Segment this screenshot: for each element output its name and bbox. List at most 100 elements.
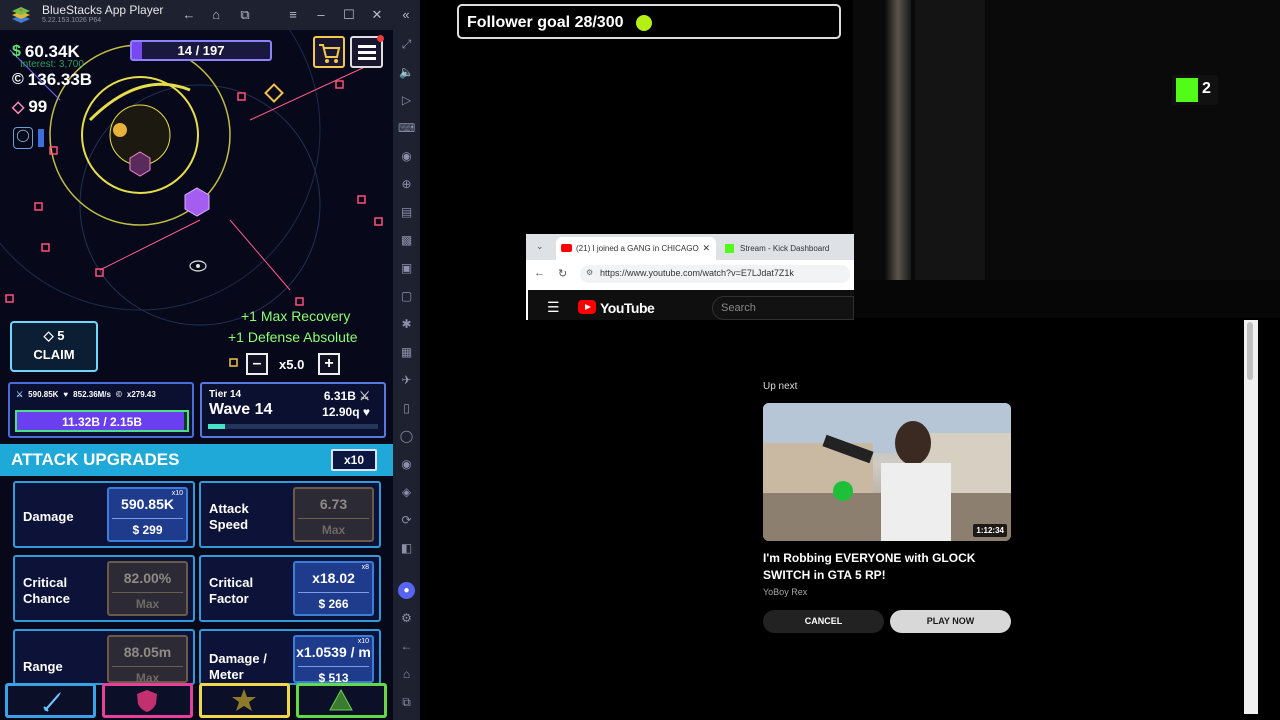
- play-triangle: [585, 304, 591, 310]
- play-now-button[interactable]: PLAY NOW: [890, 610, 1011, 633]
- upgrade-buy-button[interactable]: 6.73 Max: [293, 487, 374, 542]
- recents-icon[interactable]: ⧉: [398, 694, 415, 711]
- upgrade-damage[interactable]: Damage x10 590.85K $ 299: [13, 481, 195, 548]
- tab-search-chevron-icon[interactable]: ⌄: [536, 241, 544, 252]
- enemy-damage: 6.31B ⚔: [324, 389, 370, 403]
- scrollbar-thumb[interactable]: [1247, 322, 1253, 380]
- wave-timer-bar: [208, 424, 378, 429]
- keyboard-icon[interactable]: ⌨: [398, 120, 415, 137]
- wave-label: Wave 14: [209, 401, 273, 418]
- close-icon[interactable]: ✕: [368, 6, 386, 24]
- browser-tab-youtube[interactable]: (21) I joined a GANG in CHICAGO ✕: [556, 237, 716, 260]
- upgrade-value: 6.73: [319, 496, 348, 512]
- menu-button[interactable]: [350, 35, 384, 68]
- speed-increase-button[interactable]: +: [318, 353, 340, 375]
- macro-icon[interactable]: ✱: [398, 316, 415, 333]
- browser-tab-kick[interactable]: Stream - Kick Dashboard: [720, 237, 850, 260]
- upgrade-critical-chance[interactable]: Critical Chance 82.00% Max: [13, 555, 195, 622]
- volume-icon[interactable]: 🔈: [398, 64, 415, 81]
- up-next-title[interactable]: I'm Robbing EVERYONE with GLOCK SWITCH i…: [763, 550, 1013, 584]
- upgrade-value: x1.0539 / m: [296, 644, 371, 660]
- enemy-damage-value: 6.31B: [323, 389, 356, 403]
- back-arrow-icon[interactable]: ←: [534, 267, 545, 279]
- back-icon[interactable]: ←: [398, 638, 415, 655]
- up-next-label: Up next: [763, 381, 798, 392]
- upgrade-damage-per-meter[interactable]: Damage / Meter x10 x1.0539 / m $ 513: [199, 629, 381, 685]
- upgrade-critical-factor[interactable]: Critical Factor x8 x18.02 $ 266: [199, 555, 381, 622]
- discord-icon[interactable]: ●: [398, 582, 415, 599]
- shield-icon[interactable]: ◯: [13, 127, 33, 149]
- cancel-autoplay-button[interactable]: CANCEL: [763, 610, 884, 633]
- attack-tab[interactable]: [5, 683, 96, 718]
- expand-icon[interactable]: ⤢: [398, 36, 415, 53]
- tower-regen: 852.36M/s: [73, 390, 111, 399]
- title-bar[interactable]: BlueStacks App Player 5.22.153.1026 P64 …: [0, 0, 420, 30]
- youtube-search-input[interactable]: Search: [712, 296, 854, 320]
- upgrade-name: Critical Factor: [209, 575, 254, 606]
- close-tab-icon[interactable]: ✕: [702, 243, 710, 254]
- hamburger-menu-icon[interactable]: ≡: [284, 6, 302, 24]
- upgrade-buy-button[interactable]: x8 x18.02 $ 266: [293, 561, 374, 616]
- eco-icon[interactable]: ◯: [398, 428, 415, 445]
- utility-tab[interactable]: [199, 683, 290, 718]
- hamburger-menu-icon[interactable]: ☰: [547, 299, 560, 316]
- wave-info-panel: Tier 14 Wave 14 6.31B ⚔ 12.90q ♥: [200, 382, 386, 438]
- upgrade-name: Range: [23, 659, 63, 674]
- buy-multiplier-button[interactable]: x10: [331, 449, 377, 471]
- defense-tab[interactable]: [102, 683, 193, 718]
- screenshot-icon[interactable]: ▣: [398, 260, 415, 277]
- speed-decrease-button[interactable]: –: [246, 353, 268, 375]
- upgrade-buy-button[interactable]: x10 590.85K $ 299: [107, 487, 188, 542]
- back-arrow-icon[interactable]: ←: [180, 6, 198, 24]
- fullscreen-icon[interactable]: ▢: [398, 288, 415, 305]
- follower-goal-widget: Follower goal 28/300: [457, 4, 841, 39]
- layers-icon[interactable]: ◈: [398, 484, 415, 501]
- youtube-logo-text[interactable]: YouTube: [600, 300, 655, 316]
- upgrade-buy-button[interactable]: 88.05m Max: [107, 635, 188, 685]
- upgrade-cost: $ 299: [132, 523, 163, 537]
- upgrade-name: Damage: [23, 509, 74, 524]
- youtube-favicon-icon: [561, 244, 572, 252]
- screen: BlueStacks App Player 5.22.153.1026 P64 …: [0, 0, 1280, 720]
- game-viewport[interactable]: $ 60.34K Interest: 3,700 © 136.33B ◇ 99 …: [0, 30, 393, 720]
- app-title: BlueStacks App Player: [42, 3, 164, 17]
- minimize-icon[interactable]: –: [312, 6, 330, 24]
- shop-cart-button[interactable]: [313, 36, 345, 68]
- youtube-logo-icon[interactable]: [578, 300, 596, 314]
- upgrade-buy-button[interactable]: x10 x1.0539 / m $ 513: [293, 635, 374, 685]
- sidebar-toggle-icon[interactable]: ◧: [398, 540, 415, 557]
- ultimate-tab[interactable]: [296, 683, 387, 718]
- collapse-sidebar-icon[interactable]: «: [397, 6, 415, 24]
- home-icon[interactable]: ⌂: [398, 666, 415, 683]
- multi-window-icon[interactable]: ⧉: [236, 6, 254, 24]
- upgrade-buy-button[interactable]: 82.00% Max: [107, 561, 188, 616]
- up-next-channel[interactable]: YoBoy Rex: [763, 587, 807, 597]
- record-icon[interactable]: ◉: [398, 148, 415, 165]
- upgrade-value: 88.05m: [123, 644, 172, 660]
- address-bar[interactable]: ⚙ https://www.youtube.com/watch?v=E7LJda…: [580, 265, 850, 283]
- sync-icon[interactable]: ⟳: [398, 512, 415, 529]
- multi-instance-icon[interactable]: ▯: [398, 400, 415, 417]
- folder-icon[interactable]: ▩: [398, 232, 415, 249]
- performance-icon[interactable]: ▤: [398, 204, 415, 221]
- gallery-icon[interactable]: ▦: [398, 344, 415, 361]
- upgrade-attack-speed[interactable]: Attack Speed 6.73 Max: [199, 481, 381, 548]
- maximize-icon[interactable]: ☐: [340, 6, 358, 24]
- location-icon[interactable]: ⊕: [398, 176, 415, 193]
- media-icon[interactable]: ▷: [398, 92, 415, 109]
- home-icon[interactable]: ⌂: [207, 6, 225, 24]
- site-info-icon[interactable]: ⚙: [586, 268, 593, 277]
- webcam-feed: [853, 0, 1280, 318]
- claim-gems-button[interactable]: ◇ 5 CLAIM: [10, 321, 98, 372]
- sword-icon: ⚔: [16, 390, 24, 399]
- upgrade-range[interactable]: Range 88.05m Max: [13, 629, 195, 685]
- claim-gems-count: 5: [57, 328, 65, 343]
- settings-icon[interactable]: ⚙: [398, 610, 415, 627]
- flight-icon[interactable]: ✈: [398, 372, 415, 389]
- battle-arena[interactable]: [0, 30, 393, 440]
- reload-icon[interactable]: ↻: [558, 267, 567, 280]
- up-next-thumbnail[interactable]: 1:12:34: [763, 403, 1011, 541]
- location-pin-icon[interactable]: ◉: [398, 456, 415, 473]
- url-text: https://www.youtube.com/watch?v=E7LJdat7…: [600, 268, 794, 278]
- gem-icon: ◇: [43, 328, 54, 343]
